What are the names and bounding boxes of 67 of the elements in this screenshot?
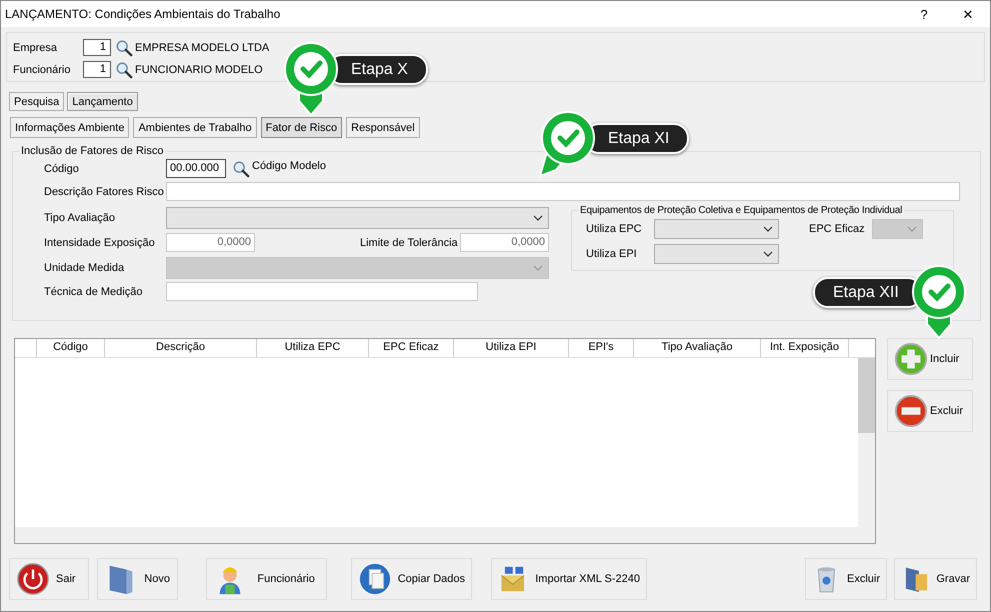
field-label: Utiliza EPC [586, 222, 643, 234]
chevron-icon [533, 214, 543, 220]
number-field[interactable]: 0,0000 [460, 233, 549, 252]
field-label: Utiliza EPI [586, 248, 638, 260]
column-header[interactable]: Descrição [105, 339, 257, 357]
group-title: Equipamentos de Proteção Coletiva e Equipamentos de Proteção Individual [579, 205, 904, 216]
chevron-icon [763, 250, 773, 256]
add-button[interactable]: Incluir [887, 338, 973, 380]
remove-button[interactable]: Excluir [887, 390, 973, 432]
column-header[interactable]: EPC Eficaz [369, 339, 454, 357]
text-field[interactable] [166, 282, 478, 301]
toolbar-button[interactable]: Excluir [805, 558, 887, 600]
field-label: Empresa [13, 42, 58, 54]
chevron-icon [763, 226, 773, 232]
horizontal-scrollbar[interactable] [15, 527, 875, 543]
tab[interactable]: Informações Ambiente [10, 117, 130, 138]
number-field[interactable]: 0,0000 [166, 233, 255, 252]
vertical-scrollbar[interactable] [858, 358, 875, 527]
field-label: Limite de Tolerância [360, 236, 459, 248]
field-label: Intensidade Exposição [44, 236, 156, 248]
group-title: Inclusão de Fatores de Risco [20, 145, 164, 157]
help-button[interactable]: ? [902, 1, 946, 27]
plus-icon [894, 342, 928, 376]
lookup-link[interactable]: Código Modelo [252, 160, 326, 172]
field-label: Código [44, 162, 80, 174]
search-icon[interactable] [232, 160, 250, 178]
toolbar-button[interactable]: Gravar [894, 558, 977, 600]
dropdown[interactable] [654, 244, 779, 264]
toolbar-button[interactable]: Novo [97, 558, 178, 600]
column-header[interactable]: Utiliza EPC [257, 339, 369, 357]
power-icon [16, 562, 50, 596]
field-label: EPC Eficaz [809, 222, 866, 234]
field-label: Descrição Fatores Risco [44, 186, 165, 198]
field-label: Técnica de Medição [44, 286, 144, 298]
tab[interactable]: Lançamento [67, 92, 138, 111]
code-field[interactable]: 1 [83, 61, 111, 78]
tab[interactable]: Ambientes de Trabalho [133, 117, 257, 138]
window-title: LANÇAMENTO: Condições Ambientais do Trabalho [5, 7, 282, 21]
column-header[interactable]: Int. Exposição [761, 339, 849, 357]
toolbar-button[interactable]: Sair [9, 558, 90, 600]
close-button[interactable]: ✕ [946, 1, 990, 27]
tab[interactable]: Fator de Risco [260, 117, 342, 138]
field-label: Unidade Medida [44, 262, 126, 274]
column-header[interactable]: Tipo Avaliação [634, 339, 761, 357]
search-icon[interactable] [115, 60, 133, 78]
toolbar-button[interactable]: Funcionário [206, 558, 327, 600]
toolbar-button[interactable]: Copiar Dados [350, 558, 472, 600]
toolbar-button[interactable]: Importar XML S-2240 [491, 558, 647, 600]
code-field[interactable]: 00.00.000 [166, 159, 226, 178]
copy-icon [358, 562, 392, 596]
minus-icon [894, 394, 928, 428]
tab[interactable]: Pesquisa [9, 92, 64, 111]
field-label: Funcionário [13, 64, 72, 76]
dropdown[interactable] [654, 218, 779, 238]
chevron-icon [907, 226, 917, 232]
chevron-icon [533, 264, 543, 270]
field-label: Tipo Avaliação [44, 212, 116, 224]
column-header[interactable]: Código [37, 339, 105, 357]
search-icon[interactable] [115, 38, 133, 56]
column-header[interactable]: Utiliza EPI [454, 339, 569, 357]
tab[interactable]: Responsável [346, 117, 420, 138]
code-field[interactable]: 1 [83, 39, 111, 56]
dropdown[interactable] [166, 206, 549, 228]
lookup-name: EMPRESA MODELO LTDA [135, 42, 270, 54]
column-header[interactable]: EPI's [569, 339, 634, 357]
lookup-name: FUNCIONARIO MODELO [135, 64, 263, 76]
description-field[interactable] [166, 182, 960, 201]
